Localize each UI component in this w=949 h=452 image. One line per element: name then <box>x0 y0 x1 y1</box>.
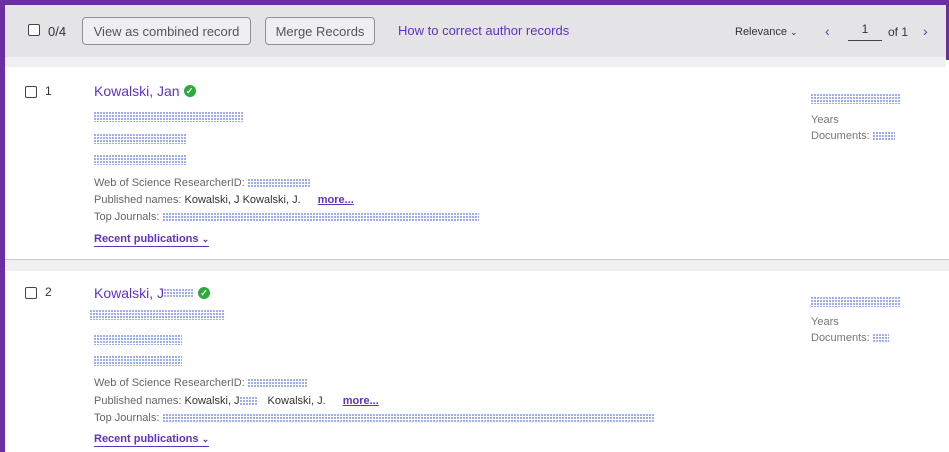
select-all-checkbox[interactable] <box>28 24 40 36</box>
toolbar-gap <box>5 57 946 67</box>
documents-row: Documents: <box>811 130 895 142</box>
merge-records-button[interactable]: Merge Records <box>265 17 375 45</box>
researcherid-label: Web of Science ResearcherID: <box>94 177 245 189</box>
researcherid-row: Web of Science ResearcherID: <box>94 177 310 189</box>
record-checkbox[interactable] <box>25 287 37 299</box>
top-journals-row: Top Journals: <box>94 412 655 424</box>
chevron-down-icon: ⌄ <box>790 27 798 37</box>
author-name: Kowalski, Jan <box>94 83 180 99</box>
redacted-text <box>872 333 889 343</box>
published-names: Kowalski, J <box>184 395 240 407</box>
redacted-text <box>239 396 258 406</box>
years-label: Years <box>811 114 839 126</box>
recent-publications-label: Recent publications <box>94 233 199 245</box>
published-names-label: Published names: <box>94 395 182 407</box>
author-record: 1 Kowalski, Jan ✓ Web of Science Researc… <box>5 67 949 259</box>
page-number-input[interactable]: 1 <box>848 22 882 41</box>
author-name-link[interactable]: Kowalski, J ✓ <box>94 285 211 301</box>
sort-dropdown[interactable]: Relevance ⌄ <box>735 26 798 38</box>
results-toolbar: 0/4 View as combined record Merge Record… <box>5 5 946 57</box>
record-number: 2 <box>45 285 52 299</box>
redacted-text <box>162 212 479 222</box>
redacted-text <box>811 297 901 307</box>
verified-check-icon: ✓ <box>183 85 196 97</box>
researcherid-label: Web of Science ResearcherID: <box>94 377 245 389</box>
redacted-text <box>164 288 195 298</box>
author-record: 2 Kowalski, J ✓ Web of Science Researche… <box>5 271 949 452</box>
redacted-text <box>811 94 901 104</box>
documents-label: Documents: <box>811 332 870 344</box>
top-journals-label: Top Journals: <box>94 211 160 223</box>
sort-label: Relevance <box>735 26 787 38</box>
redacted-text <box>94 112 244 122</box>
redacted-text <box>94 356 182 366</box>
record-number: 1 <box>45 84 52 98</box>
help-correct-author-link[interactable]: How to correct author records <box>398 23 569 38</box>
page-total: of 1 <box>888 25 909 39</box>
author-name-link[interactable]: Kowalski, Jan ✓ <box>94 83 196 99</box>
researcherid-row: Web of Science ResearcherID: <box>94 377 308 389</box>
published-names-row: Published names: Kowalski, J Kowalski, J… <box>94 194 354 206</box>
documents-row: Documents: <box>811 332 889 344</box>
redacted-text <box>247 178 310 188</box>
recent-publications-label: Recent publications <box>94 433 199 445</box>
published-names: Kowalski, J. <box>267 395 326 407</box>
top-journals-row: Top Journals: <box>94 211 479 223</box>
redacted-text <box>162 413 655 423</box>
redacted-text <box>94 155 186 165</box>
redacted-text <box>94 134 186 144</box>
years-label: Years <box>811 316 839 328</box>
redacted-text <box>94 335 182 345</box>
next-page-icon[interactable]: › <box>923 23 928 39</box>
recent-publications-toggle[interactable]: Recent publications ⌄ <box>94 433 210 447</box>
author-name: Kowalski, J <box>94 285 165 301</box>
documents-label: Documents: <box>811 130 870 142</box>
published-names: Kowalski, J Kowalski, J. <box>184 194 301 206</box>
recent-publications-toggle[interactable]: Recent publications ⌄ <box>94 233 210 247</box>
record-checkbox[interactable] <box>25 86 37 98</box>
published-names-label: Published names: <box>94 194 182 206</box>
selected-count: 0/4 <box>48 24 67 39</box>
chevron-down-icon: ⌄ <box>201 234 210 244</box>
verified-check-icon: ✓ <box>198 287 211 299</box>
top-journals-label: Top Journals: <box>94 412 160 424</box>
redacted-text <box>247 378 308 388</box>
more-names-link[interactable]: more... <box>318 194 354 206</box>
published-names-row: Published names: Kowalski, J Kowalski, J.… <box>94 395 379 407</box>
redacted-text <box>872 131 895 141</box>
more-names-link[interactable]: more... <box>343 395 379 407</box>
redacted-text <box>90 310 224 320</box>
chevron-down-icon: ⌄ <box>201 434 210 444</box>
previous-page-icon[interactable]: ‹ <box>825 23 830 39</box>
view-combined-record-button[interactable]: View as combined record <box>82 17 251 45</box>
